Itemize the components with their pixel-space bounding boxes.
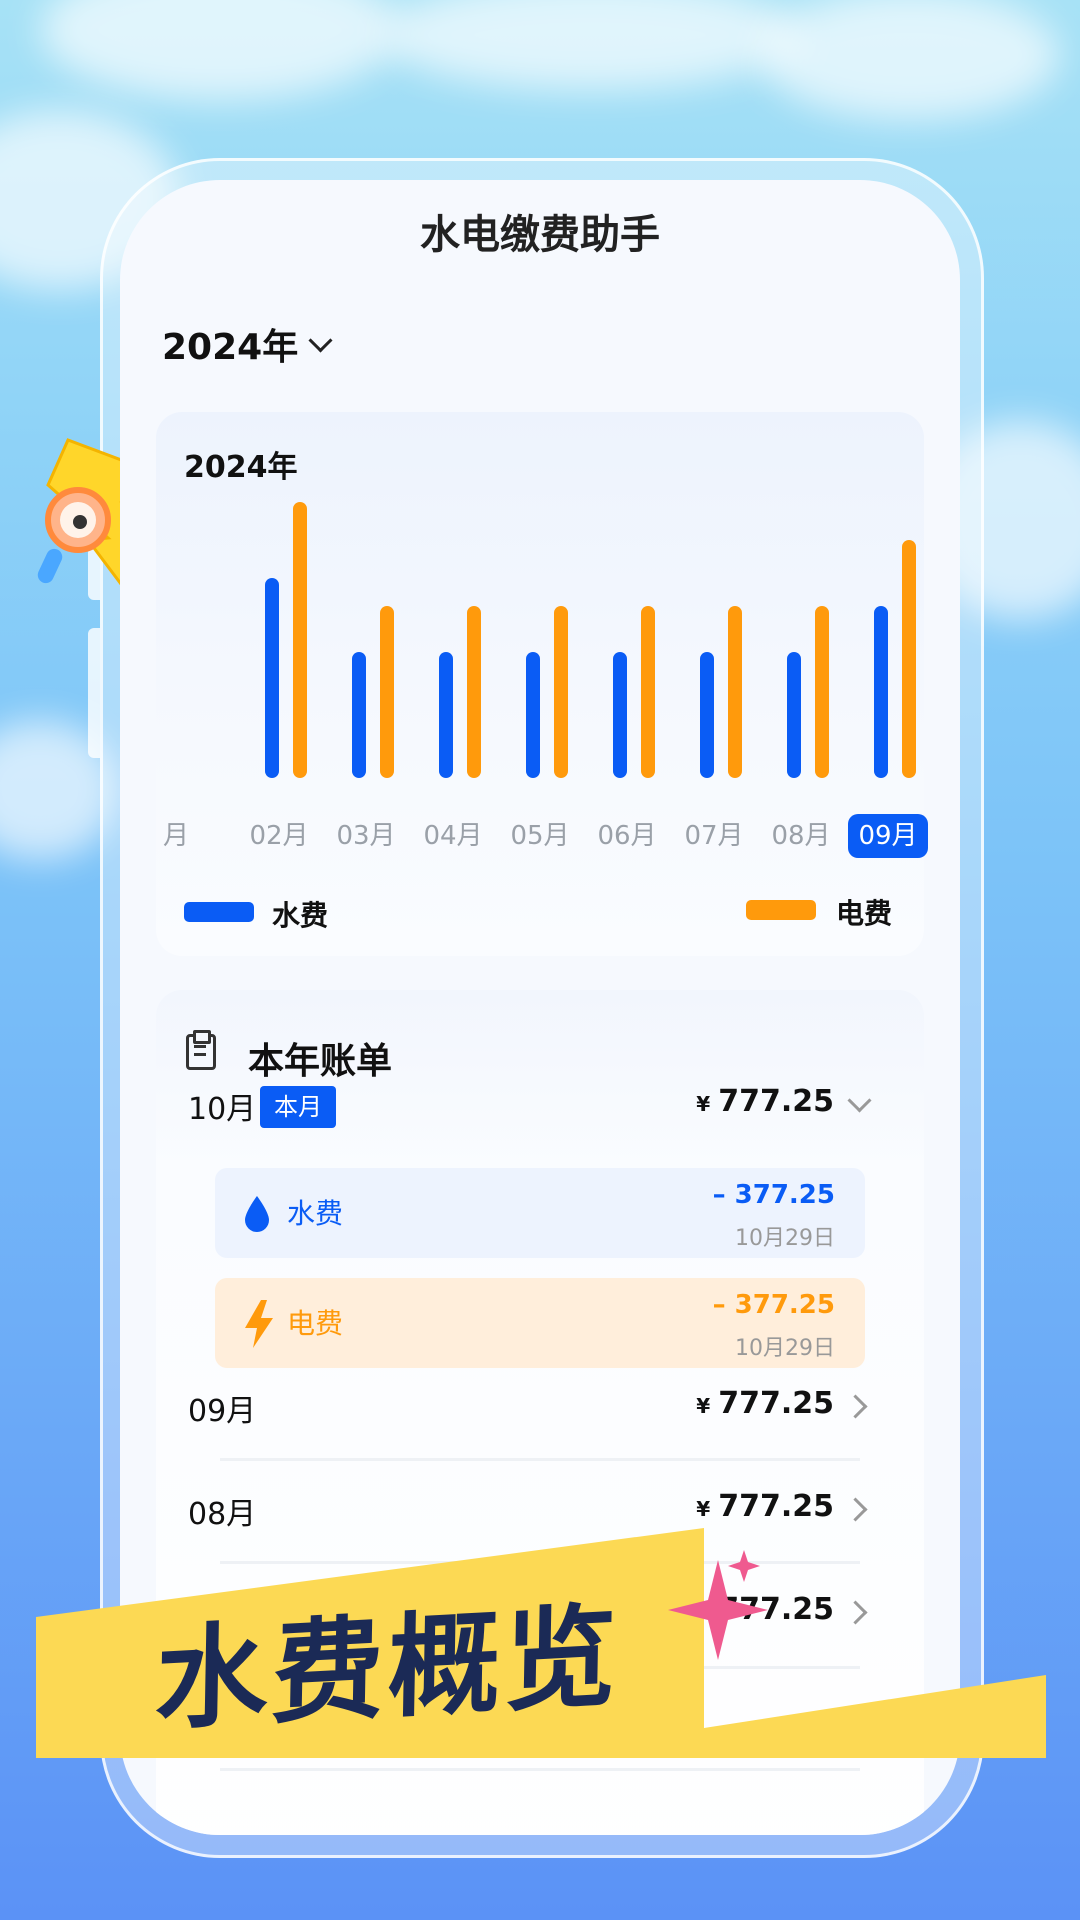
bar-electricity-03月 [380, 606, 394, 778]
cloud-decoration [40, 0, 400, 100]
month-tab-03月[interactable]: 03月 [326, 814, 406, 858]
promo-page: 水电缴费助手 2024年 2024年 月 02月 03月 04月 05月 06月 07月 08… [0, 0, 1080, 1920]
bar-water-09月 [874, 606, 888, 778]
currency-symbol: ¥ [696, 1497, 711, 1521]
legend-label-water: 水费 [272, 899, 329, 932]
promo-banner-text: 水费概览 [154, 1591, 622, 1747]
water-fee-date: 10月29日 [735, 1226, 835, 1251]
bill-row-month[interactable]: 08月 ¥777.25 [156, 1485, 924, 1541]
bar-water-08月 [787, 652, 801, 778]
lightning-icon [245, 1300, 273, 1348]
bar-electricity-02月 [293, 501, 307, 778]
month-label: 09月 [188, 1394, 257, 1429]
bill-row-current-month[interactable]: 10月 本月 ¥777.25 [156, 1080, 924, 1136]
water-fee-amount: – 377.25 [712, 1180, 835, 1210]
electricity-fee-amount: – 377.25 [712, 1290, 835, 1320]
row-divider [220, 1768, 860, 1771]
bar-electricity-04月 [467, 606, 481, 778]
chevron-down-icon [308, 327, 333, 353]
phone-side-button [88, 628, 100, 758]
chart-card: 2024年 月 02月 03月 04月 05月 06月 07月 08月 09月 水费 电费 [156, 412, 928, 956]
bar-water-04月 [439, 652, 453, 778]
row-divider [220, 1561, 860, 1564]
year-dropdown[interactable]: 2024年 [162, 318, 333, 370]
legend-swatch-water [184, 902, 254, 922]
month-tab-05月[interactable]: 05月 [500, 814, 580, 858]
month-tab-02月[interactable]: 02月 [239, 814, 319, 858]
clipboard-icon [186, 1030, 216, 1070]
bar-electricity-07月 [728, 606, 742, 778]
current-month-badge: 本月 [260, 1086, 336, 1128]
currency-symbol: ¥ [696, 1092, 711, 1116]
currency-symbol: ¥ [696, 1600, 711, 1624]
month-total-value: 777.25 [718, 1386, 834, 1421]
bill-row-month[interactable]: 09月 ¥777.25 [156, 1382, 924, 1438]
bar-electricity-06月 [641, 606, 655, 778]
cloud-decoration [380, 0, 800, 90]
app-title: 水电缴费助手 [420, 212, 660, 258]
month-tab-08月[interactable]: 08月 [761, 814, 841, 858]
month-tab-07月[interactable]: 07月 [674, 814, 754, 858]
electricity-fee-item[interactable]: 电费 – 377.25 10月29日 [215, 1278, 865, 1368]
month-tab-06月[interactable]: 06月 [587, 814, 667, 858]
electricity-fee-date: 10月29日 [735, 1336, 835, 1361]
month-total-value: 777.25 [718, 1084, 834, 1119]
bar-water-06月 [613, 652, 627, 778]
chevron-down-icon [847, 1088, 872, 1113]
chevron-right-icon [843, 1394, 868, 1419]
electricity-fee-label: 电费 [287, 1307, 344, 1340]
cloud-decoration [760, 0, 1060, 120]
month-label: 10月 [188, 1092, 257, 1127]
currency-symbol: ¥ [696, 1394, 711, 1418]
month-total: ¥777.25 [696, 1592, 834, 1627]
bar-water-02月 [265, 578, 279, 778]
bar-electricity-08月 [815, 606, 829, 778]
legend-label-electricity: 电费 [836, 897, 893, 930]
month-total: ¥777.25 [696, 1386, 834, 1421]
month-total-value: 777.25 [718, 1489, 834, 1524]
legend-swatch-electricity [746, 900, 816, 920]
month-tab-09月[interactable]: 09月 [848, 814, 928, 858]
water-fee-label: 水费 [287, 1197, 344, 1230]
bar-electricity-05月 [554, 606, 568, 778]
bar-water-03月 [352, 652, 366, 778]
chevron-right-icon [843, 1497, 868, 1522]
bar-chart: 月 02月 03月 04月 05月 06月 07月 08月 09月 [156, 412, 928, 956]
chevron-right-icon [843, 1600, 868, 1625]
water-fee-item[interactable]: 水费 – 377.25 10月29日 [215, 1168, 865, 1258]
year-dropdown-label: 2024年 [162, 327, 299, 368]
bar-water-07月 [700, 652, 714, 778]
month-tab-04月[interactable]: 04月 [413, 814, 493, 858]
bar-electricity-09月 [902, 540, 916, 778]
month-total: ¥777.25 [696, 1084, 834, 1119]
month-total-value: 777.25 [718, 1592, 834, 1627]
water-drop-icon [245, 1196, 269, 1232]
bill-section-title: 本年账单 [248, 1041, 393, 1082]
row-divider [220, 1458, 860, 1461]
month-label: 08月 [188, 1497, 257, 1532]
month-total: ¥777.25 [696, 1489, 834, 1524]
bar-water-05月 [526, 652, 540, 778]
month-tab-01月[interactable]: 月 [156, 814, 196, 858]
